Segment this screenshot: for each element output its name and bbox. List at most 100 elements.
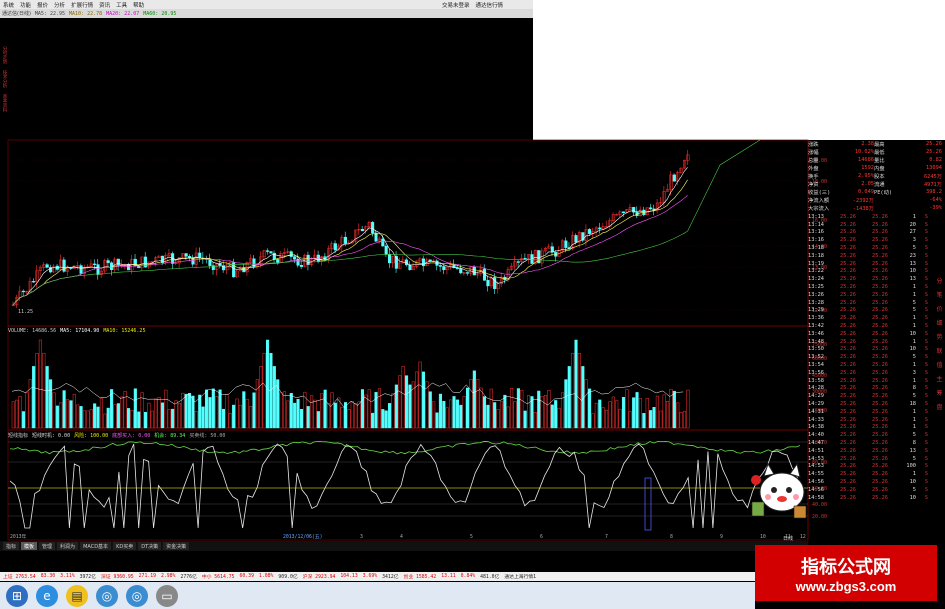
candle-body <box>588 229 592 234</box>
volume-bar <box>367 389 371 429</box>
candle-body <box>486 280 490 287</box>
quote-key: 最低 <box>874 150 885 156</box>
volume-bar <box>69 400 73 429</box>
indicator-tab[interactable]: KD买卖 <box>113 542 137 550</box>
volume-bar <box>635 392 639 429</box>
volume-bar <box>482 396 487 429</box>
volume-bar <box>266 339 270 429</box>
quote-value: 25.26 <box>926 149 942 155</box>
ie-browser-icon[interactable]: e <box>36 584 58 607</box>
status-item: 481.0亿 <box>480 575 500 580</box>
tick-price-2: 25.26 <box>872 494 888 501</box>
side-icon-button[interactable]: 势 <box>936 332 942 341</box>
volume-bar <box>672 390 676 429</box>
volume-bar <box>79 406 83 429</box>
tick-volume: 5 <box>912 299 916 306</box>
tick-price-2: 25.26 <box>872 276 888 283</box>
tick-row: 13:42 25.26 25.26 1 S <box>808 322 945 330</box>
tick-row: 13:13 25.26 25.26 1 S <box>808 213 945 221</box>
side-icon-button[interactable]: 盘 <box>936 402 942 411</box>
stock-app-icon[interactable]: ◎ <box>96 584 118 607</box>
tick-price-2: 25.26 <box>872 463 888 470</box>
tick-volume: 10 <box>909 494 916 501</box>
volume-bar <box>235 398 239 429</box>
tick-volume: 13 <box>909 447 916 454</box>
tick-time: 13:36 <box>808 315 824 322</box>
tick-price-2: 25.26 <box>872 369 888 376</box>
side-icon-button[interactable]: 主 <box>936 374 942 383</box>
quote-row: 收益(三) 0.049 PE(动) 398.2 <box>808 188 945 196</box>
indicator-tab[interactable]: 管理 <box>39 542 56 550</box>
stock-app2-icon[interactable]: ◎ <box>126 584 148 607</box>
tick-time: 13:56 <box>808 369 824 376</box>
indicator-tab[interactable]: 利润为 <box>57 542 79 550</box>
candle-body <box>621 211 626 214</box>
windows-start-icon[interactable]: ⊞ <box>6 584 28 607</box>
indicator-tab[interactable]: 指标 <box>3 542 20 550</box>
folder-icon[interactable]: ▤ <box>66 584 88 607</box>
volume-bar <box>652 407 656 429</box>
tick-volume: 8 <box>912 385 916 392</box>
indicator-tab[interactable]: 资金决策 <box>163 542 190 550</box>
tick-side: S <box>924 338 928 345</box>
indicator-tab[interactable]: 模板 <box>21 542 38 550</box>
tick-side: S <box>924 245 928 252</box>
tick-volume: 18 <box>909 401 916 408</box>
volume-bar <box>150 410 154 429</box>
tick-price: 25.26 <box>840 229 856 236</box>
volume-bar <box>676 402 680 429</box>
tick-time: 14:55 <box>808 471 824 478</box>
tick-price: 25.26 <box>840 478 856 485</box>
status-item: 83.30 <box>40 574 56 579</box>
side-icon-button[interactable]: 值 <box>936 360 942 369</box>
tick-volume: 3 <box>912 237 916 244</box>
quote-row: 净流入额 -2392万 -64% <box>808 196 945 204</box>
tick-price-2: 25.26 <box>872 362 888 369</box>
candle-body <box>343 236 348 244</box>
volume-bar <box>479 387 483 429</box>
candle-body <box>408 264 412 271</box>
side-icon-button[interactable]: 价 <box>936 304 942 313</box>
indicator-tab[interactable]: MACD基本 <box>80 542 112 550</box>
tick-volume: 5 <box>912 354 916 361</box>
side-icon-button[interactable]: 分 <box>936 276 942 285</box>
volume-bar <box>557 407 561 429</box>
window-icon[interactable]: ▭ <box>156 584 178 607</box>
tick-volume: 5 <box>912 307 916 314</box>
tick-row: 14:29 25.26 25.26 5 S <box>808 392 945 400</box>
volume-bar <box>638 398 642 429</box>
tick-price-2: 25.26 <box>872 478 888 485</box>
tick-time: 13:22 <box>808 268 824 275</box>
volume-bar <box>76 404 80 429</box>
side-icon-button[interactable]: 细 <box>936 318 942 327</box>
tick-row: 14:38 25.26 25.26 1 S <box>808 424 945 432</box>
tick-row: 13:54 25.26 25.26 1 S <box>808 361 945 369</box>
volume-bar <box>347 409 351 429</box>
volume-bar <box>252 392 256 429</box>
side-icon-button[interactable]: 筹 <box>936 388 942 397</box>
tick-time: 13:46 <box>808 330 824 337</box>
volume-bar <box>655 395 659 429</box>
side-icon-button[interactable]: 联 <box>936 346 942 355</box>
quote-key: 内盘 <box>874 166 885 172</box>
tick-list[interactable]: 13:13 25.26 25.26 1 S 13:14 25.26 25.26 20 S 13:16… <box>808 213 945 501</box>
tick-side: S <box>924 315 928 322</box>
volume-bar <box>476 379 480 429</box>
tick-row: 13:56 25.26 25.26 3 S <box>808 369 945 377</box>
side-icon-button[interactable]: 笔 <box>936 290 942 299</box>
tick-row: 13:58 25.26 25.26 1 S <box>808 377 945 385</box>
tick-price-2: 25.26 <box>872 432 888 439</box>
volume-bar <box>262 352 266 429</box>
volume-bar <box>72 393 76 429</box>
volume-bar <box>371 412 375 429</box>
tick-row: 14:56 25.26 25.26 5 S <box>808 486 945 494</box>
volume-bar <box>588 388 592 429</box>
volume-bar <box>608 401 612 429</box>
indicator-tab[interactable]: DT决策 <box>138 542 162 550</box>
tick-volume: 13 <box>909 260 916 267</box>
index-status-bar: 上证 2763.54 83.30 3.11% 3972亿 深证 9360.95 271.1… <box>0 572 755 581</box>
volume-bar <box>574 339 578 429</box>
volume-bar <box>354 403 358 429</box>
tick-row: 14:51 25.26 25.26 13 S <box>808 447 945 455</box>
indicator-panel-frame <box>7 429 809 541</box>
